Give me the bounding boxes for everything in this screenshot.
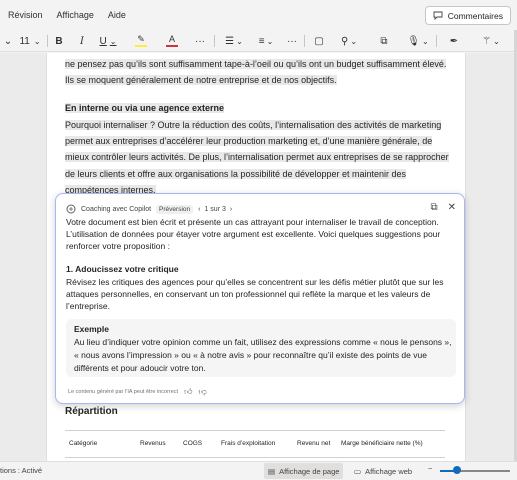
doc-heading-1-text: En interne ou via une agence externe — [65, 103, 225, 113]
menu-affichage[interactable]: Affichage — [57, 10, 94, 20]
find-button[interactable]: ⚲ ⌄ — [336, 32, 362, 50]
table-header-cell: Catégorie — [69, 440, 98, 447]
table-header-cell: Marge bénéficiaire nette (%) — [341, 440, 423, 447]
close-icon[interactable]: ✕ — [448, 202, 456, 213]
microphone-icon: 🎙 — [407, 35, 420, 47]
table-header-cell: Revenus — [140, 440, 166, 447]
chevron-down-icon: ⌄ — [493, 36, 500, 46]
zoom-slider[interactable] — [440, 470, 510, 472]
wand-icon: ⚚ — [482, 35, 492, 47]
zoom-out-button[interactable]: − — [428, 464, 432, 473]
italic-button[interactable]: I — [75, 32, 89, 50]
comment-icon — [433, 11, 443, 20]
card-actions: ⧉ ✕ — [430, 202, 456, 213]
more-format-button[interactable]: ··· — [191, 32, 209, 50]
chevron-down-icon: ⌄ — [422, 36, 429, 46]
bold-button[interactable]: B — [52, 32, 66, 50]
highlight-color-swatch — [135, 45, 147, 47]
font-color-swatch — [166, 45, 178, 47]
bullet-list-icon: ☰ — [225, 35, 235, 47]
menu-bar: Révision Affichage Aide Commentaires — [0, 0, 517, 30]
underline-label: U — [99, 35, 107, 47]
chevron-right-icon[interactable]: › — [230, 206, 232, 213]
pen-icon: ✒ — [449, 35, 459, 47]
table-header-cell: Frais d’exploitation — [221, 440, 276, 447]
copilot-toolbar-button[interactable]: ⚚ ⌄ — [478, 32, 504, 50]
doc-paragraph-2[interactable]: Pourquoi internaliser ? Outre la réducti… — [65, 117, 455, 198]
thumbs-up-icon[interactable]: 👍︎ — [184, 387, 192, 397]
styles-icon: ▢ — [314, 35, 324, 47]
copilot-footer: Le contenu généré par l’IA peut être inc… — [68, 387, 207, 397]
highlighter-icon: ✎ — [137, 34, 145, 44]
doc-heading-repartition[interactable]: Répartition — [65, 406, 118, 417]
doc-paragraph-1[interactable]: ne pensez pas qu’ils sont suffisamment t… — [65, 56, 455, 88]
web-view-label: Affichage web — [365, 466, 413, 476]
chevron-down-icon: ⌄ — [236, 36, 243, 46]
chevron-down-icon: ⌄ — [109, 36, 117, 46]
font-color-icon: A — [168, 34, 175, 44]
doc-heading-1[interactable]: En interne ou via une agence externe — [65, 103, 225, 113]
example-box: Exemple Au lieu d’indiquer votre opinion… — [66, 319, 456, 377]
chevron-down-icon: ⌄ — [266, 36, 274, 46]
highlight-button[interactable]: ✎ — [128, 32, 154, 50]
copilot-card-header: Coaching avec Copilot Préversion ‹ 1 sur… — [66, 204, 232, 214]
zoom-slider-thumb[interactable] — [452, 466, 461, 474]
dictate-button[interactable]: 🎙 ⌄ — [405, 32, 431, 50]
status-bar: tions : Activé ▤ Affichage de page ▭ Aff… — [0, 461, 517, 480]
editor-button[interactable]: ⧉ — [376, 32, 392, 50]
designer-button[interactable]: ✒ — [446, 32, 462, 50]
example-text: Au lieu d’indiquer votre opinion comme u… — [74, 337, 452, 373]
table-header-cell: Revenu net — [297, 440, 331, 447]
suggestion-pager: ‹ 1 sur 3 › — [198, 206, 232, 213]
ai-disclaimer: Le contenu généré par l’IA peut être inc… — [68, 389, 179, 395]
table-header-cell: COGS — [183, 440, 203, 447]
chevron-down-icon: ⌄ — [33, 36, 41, 46]
chevron-down-icon: ⌄ — [350, 36, 358, 46]
page-view-icon: ▤ — [268, 466, 276, 476]
comments-button[interactable]: Commentaires — [424, 6, 511, 25]
bullets-button[interactable]: ☰ ⌄ — [222, 32, 246, 50]
align-button[interactable]: ≡ ⌄ — [254, 32, 278, 50]
align-icon: ≡ — [258, 35, 265, 47]
copy-icon[interactable]: ⧉ — [430, 202, 437, 213]
ribbon-toolbar: ⌄ 11 ⌄ B I U ⌄ ✎ A ··· ☰ ⌄ ≡ ⌄ ··· ▢ ⚲ ⌄… — [0, 30, 517, 52]
preview-badge: Préversion — [156, 204, 194, 214]
copilot-intro: Votre document est bien écrit et présent… — [66, 217, 441, 252]
web-view-icon: ▭ — [354, 466, 362, 476]
comments-label: Commentaires — [447, 10, 503, 21]
menu-aide[interactable]: Aide — [108, 10, 126, 20]
more-paragraph-button[interactable]: ··· — [284, 32, 300, 50]
search-icon: ⚲ — [340, 35, 349, 47]
example-title: Exemple — [74, 324, 109, 334]
doc-paragraph-1-text: ne pensez pas qu’ils sont suffisamment t… — [65, 59, 447, 86]
font-name-dropdown-chevron-icon[interactable]: ⌄ — [2, 32, 14, 50]
copilot-icon — [66, 204, 76, 214]
copilot-title: Coaching avec Copilot — [81, 205, 152, 213]
underline-button[interactable]: U ⌄ — [96, 32, 120, 50]
page-view-button[interactable]: ▤ Affichage de page — [264, 463, 344, 479]
menu-revision[interactable]: Révision — [8, 10, 43, 20]
font-color-button[interactable]: A — [159, 32, 185, 50]
font-size-value: 11 — [19, 35, 30, 47]
pager-label: 1 sur 3 — [204, 205, 226, 213]
copilot-coaching-card: Coaching avec Copilot Préversion ‹ 1 sur… — [55, 193, 465, 404]
status-accessibility[interactable]: tions : Activé — [0, 466, 42, 475]
web-view-button[interactable]: ▭ Affichage web — [350, 463, 416, 479]
editor-icon: ⧉ — [380, 35, 388, 47]
chevron-left-icon[interactable]: ‹ — [198, 206, 200, 213]
styles-button[interactable]: ▢ — [309, 32, 329, 50]
repartition-table[interactable]: Catégorie Revenus COGS Frais d’exploitat… — [65, 430, 445, 458]
font-size-dropdown[interactable]: 11 ⌄ — [16, 32, 44, 50]
page-view-label: Affichage de page — [279, 466, 340, 476]
doc-paragraph-2-text: Pourquoi internaliser ? Outre la réducti… — [65, 120, 449, 195]
thumbs-down-icon[interactable]: 👎︎ — [198, 387, 206, 397]
suggestion-text: Révisez les critiques des agences pour q… — [66, 277, 444, 312]
suggestion-title: 1. Adoucissez votre critique — [66, 264, 179, 274]
